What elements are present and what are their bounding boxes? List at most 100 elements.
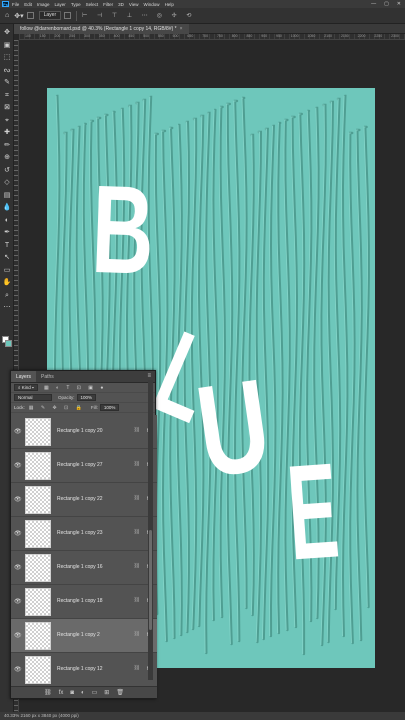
menu-edit[interactable]: Edit xyxy=(24,2,32,7)
options-divider xyxy=(76,10,78,21)
dodge-tool-icon[interactable]: ◐ xyxy=(2,216,12,225)
folder-icon[interactable]: ▭ xyxy=(92,689,98,696)
eyedropper-tool-icon[interactable]: ⌖ xyxy=(2,116,12,125)
history-brush-tool-icon[interactable]: ↺ xyxy=(2,166,12,175)
frame-tool-icon[interactable]: ⊠ xyxy=(2,103,12,112)
visibility-eye-icon[interactable]: 👁 xyxy=(14,428,22,435)
close-tab-icon[interactable]: × xyxy=(180,26,183,32)
artboard-tool-icon[interactable]: ▣ xyxy=(2,41,12,50)
marquee-tool-icon[interactable]: ⬚ xyxy=(2,53,12,62)
layer-thumbnail[interactable] xyxy=(25,418,51,446)
hand-tool-icon[interactable]: ✋ xyxy=(2,278,12,287)
blur-tool-icon[interactable]: 💧 xyxy=(2,203,12,212)
crop-tool-icon[interactable]: ⌗ xyxy=(2,91,12,100)
lock-icons[interactable]: ▦ ✎ ✥ ⊡ 🔒 xyxy=(29,405,85,411)
minimize-icon[interactable]: — xyxy=(371,1,376,7)
quick-select-tool-icon[interactable]: ✎ xyxy=(2,78,12,87)
letter-e: E xyxy=(283,434,343,588)
layer-row[interactable]: 👁Rectangle 1 copy 20⛓fx xyxy=(11,415,157,449)
show-transform-checkbox[interactable] xyxy=(64,12,72,19)
menu-3d[interactable]: 3D xyxy=(118,2,124,7)
trash-icon[interactable]: 🗑 xyxy=(116,689,124,696)
menu-select[interactable]: Select xyxy=(86,2,99,7)
stamp-tool-icon[interactable]: ⊕ xyxy=(2,153,12,162)
tab-layers[interactable]: Layers xyxy=(11,371,37,382)
visibility-eye-icon[interactable]: 👁 xyxy=(14,496,22,503)
visibility-eye-icon[interactable]: 👁 xyxy=(14,462,22,469)
layer-row[interactable]: 👁Rectangle 1 copy 23⛓fx xyxy=(11,517,157,551)
brush-tool-icon[interactable]: ✏ xyxy=(2,141,12,150)
lasso-tool-icon[interactable]: ᔓ xyxy=(2,66,12,75)
background-color-swatch[interactable] xyxy=(5,340,12,347)
type-tool-icon[interactable]: T xyxy=(2,241,12,250)
auto-select-dropdown[interactable]: Layer xyxy=(38,11,62,20)
shape-tool-icon[interactable]: ▭ xyxy=(2,266,12,275)
eraser-tool-icon[interactable]: ◇ xyxy=(2,178,12,187)
more-tools-icon[interactable]: ⋯ xyxy=(2,303,12,312)
layer-thumbnail[interactable] xyxy=(25,452,51,480)
maximize-icon[interactable]: ▢ xyxy=(384,1,389,7)
blend-mode-dropdown[interactable]: Normal xyxy=(14,394,52,401)
auto-select-checkbox[interactable] xyxy=(26,12,34,19)
layer-row[interactable]: 👁Rectangle 1 copy 27⛓fx xyxy=(11,449,157,483)
layer-thumbnail[interactable] xyxy=(25,656,51,684)
document-tab-bar: follow @darrenbornard.psd @ 40.3% (Recta… xyxy=(14,24,405,34)
align-icons[interactable]: ⊢ ⊣ ⊤ ⊥ ⋯ xyxy=(82,12,152,19)
visibility-eye-icon[interactable]: 👁 xyxy=(14,598,22,605)
opacity-input[interactable]: 100% xyxy=(76,394,97,401)
wavy-line xyxy=(341,94,349,638)
menu-help[interactable]: Help xyxy=(165,2,174,7)
menu-image[interactable]: Image xyxy=(37,2,50,7)
path-select-tool-icon[interactable]: ↖ xyxy=(2,253,12,262)
menu-layer[interactable]: Layer xyxy=(55,2,66,7)
3d-mode-icons[interactable]: ◎ ✢ ⟲ xyxy=(157,12,196,19)
layer-row[interactable]: 👁Rectangle 1 copy 18⛓fx xyxy=(11,585,157,619)
layer-thumbnail[interactable] xyxy=(25,622,51,650)
visibility-eye-icon[interactable]: 👁 xyxy=(14,564,22,571)
move-tool-preset-icon[interactable]: ✥▾ xyxy=(14,12,23,20)
filter-type-icons[interactable]: ▦ ◐ T ⊡ ▣ ● xyxy=(44,385,107,391)
layer-name: Rectangle 1 copy 27 xyxy=(57,462,103,468)
layer-row[interactable]: 👁Rectangle 1 copy 22⛓fx xyxy=(11,483,157,517)
close-icon[interactable]: ✕ xyxy=(397,1,401,7)
healing-tool-icon[interactable]: ✚ xyxy=(2,128,12,137)
visibility-eye-icon[interactable]: 👁 xyxy=(14,632,22,639)
menu-window[interactable]: Window xyxy=(144,2,160,7)
menu-type[interactable]: Type xyxy=(71,2,81,7)
fill-input[interactable]: 100% xyxy=(99,404,120,411)
visibility-eye-icon[interactable]: 👁 xyxy=(14,666,22,673)
ruler-label: 600 xyxy=(172,34,179,38)
scroll-thumb[interactable] xyxy=(149,530,152,630)
gradient-tool-icon[interactable]: ▤ xyxy=(2,191,12,200)
ruler-label: 500 xyxy=(143,34,149,38)
ruler-label: 1050 xyxy=(307,34,316,38)
adjustment-icon[interactable]: ◐ xyxy=(81,690,85,696)
layer-row[interactable]: 👁Rectangle 1 copy 2⛓fx xyxy=(11,619,157,653)
mask-icon[interactable]: ◙ xyxy=(70,690,74,696)
layer-row[interactable]: 👁Rectangle 1 copy 16⛓fx xyxy=(11,551,157,585)
menu-view[interactable]: View xyxy=(129,2,139,7)
layer-thumbnail[interactable] xyxy=(25,554,51,582)
zoom-tool-icon[interactable]: ⌕ xyxy=(2,291,12,300)
home-icon[interactable]: ⌂ xyxy=(5,12,9,19)
panel-menu-icon[interactable]: ≡ xyxy=(147,373,151,379)
menu-filter[interactable]: Filter xyxy=(103,2,113,7)
menu-file[interactable]: File xyxy=(12,2,19,7)
fx-icon[interactable]: fx xyxy=(59,690,64,696)
layer-thumbnail[interactable] xyxy=(25,588,51,616)
wavy-line xyxy=(348,131,356,645)
link-icon[interactable]: ⛓ xyxy=(44,689,52,696)
layer-thumbnail[interactable] xyxy=(25,520,51,548)
document-tab[interactable]: follow @darrenbornard.psd @ 40.3% (Recta… xyxy=(14,24,189,34)
tab-paths[interactable]: Paths xyxy=(36,371,59,382)
layer-thumbnail[interactable] xyxy=(25,486,51,514)
layers-scrollbar[interactable] xyxy=(148,380,153,680)
layer-row[interactable]: 👁Rectangle 1 copy 12⛓fx xyxy=(11,653,157,687)
visibility-eye-icon[interactable]: 👁 xyxy=(14,530,22,537)
move-tool-icon[interactable]: ✥ xyxy=(2,28,12,37)
new-layer-icon[interactable]: ⊞ xyxy=(104,689,109,696)
filter-kind-dropdown[interactable]: ⌕ Kind ▾ xyxy=(14,384,38,391)
pen-tool-icon[interactable]: ✒ xyxy=(2,228,12,237)
layer-name: Rectangle 1 copy 18 xyxy=(57,598,103,604)
ruler-label: 300 xyxy=(84,34,90,38)
